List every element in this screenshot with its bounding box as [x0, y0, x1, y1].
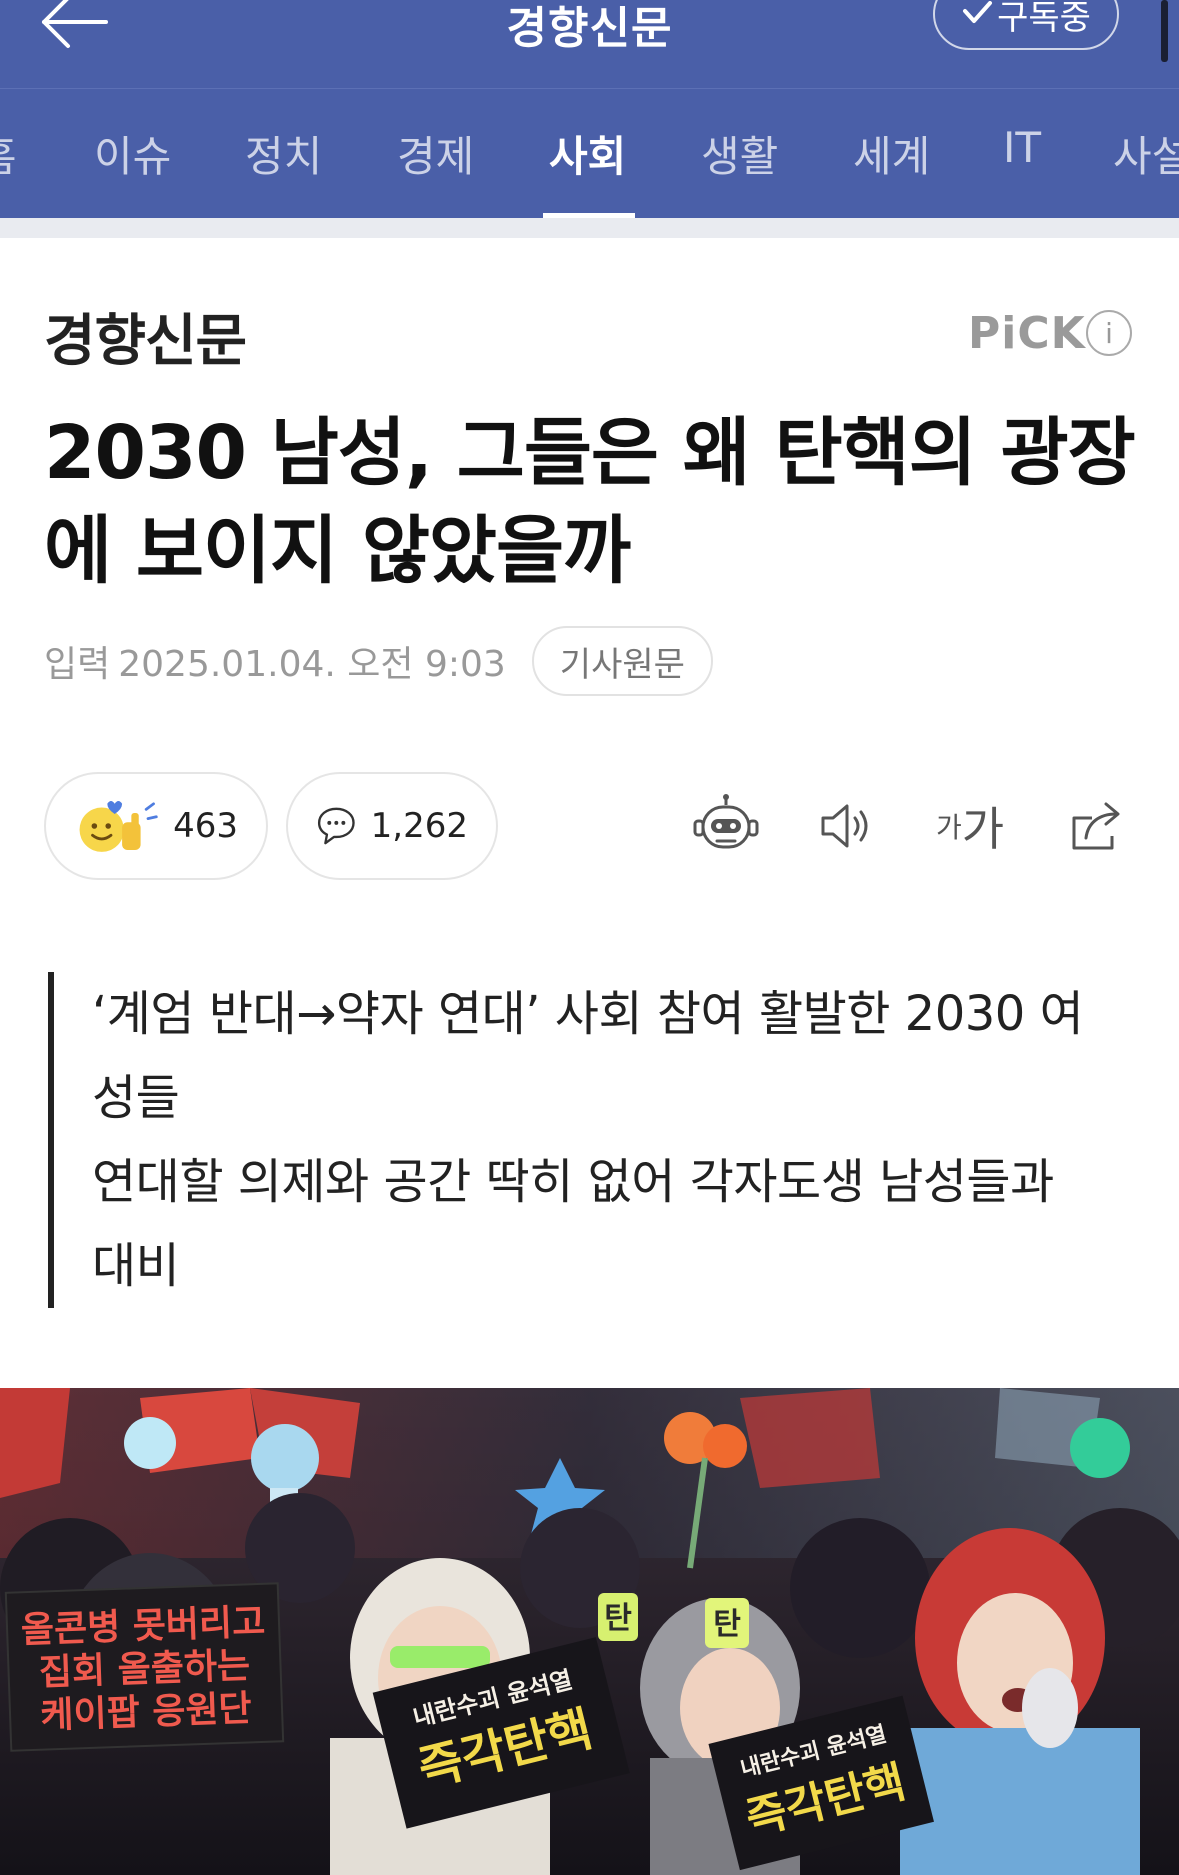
reaction-button[interactable]: 463 [44, 772, 268, 880]
font-large-label: 가 [961, 802, 1005, 856]
subscribe-button[interactable]: 구독중 [933, 0, 1119, 50]
tab-world[interactable]: 세계 [853, 123, 930, 184]
section-divider [0, 218, 1179, 238]
tab-society[interactable]: 사회 [549, 123, 626, 184]
article-photo[interactable]: 탄 탄 올콘병 못버리고 집회 올출하는 케이팝 응원단 내란수괴 윤석열 즉각… [0, 1388, 1179, 1875]
tab-economy[interactable]: 경제 [397, 123, 474, 184]
sign-text: 올콘병 못버리고 [20, 1602, 266, 1652]
tab-politics[interactable]: 정치 [245, 123, 322, 184]
check-icon [963, 1, 993, 23]
protest-photo: 탄 탄 올콘병 못버리고 집회 올출하는 케이팝 응원단 내란수괴 윤석열 즉각… [0, 1388, 1179, 1875]
tab-editorial[interactable]: 사설 [1113, 123, 1179, 184]
read-aloud-button[interactable] [809, 786, 889, 866]
comment-icon [317, 807, 355, 845]
comment-count: 1,262 [370, 806, 468, 846]
emoji-reaction-icon [79, 801, 158, 852]
tab-it[interactable]: IT [1003, 123, 1041, 172]
article-summary: ‘계엄 반대→약자 연대’ 사회 참여 활발한 2030 여 성들 연대할 의제… [48, 972, 1138, 1308]
summary-line: ‘계엄 반대→약자 연대’ 사회 참여 활발한 2030 여 [92, 986, 1084, 1042]
reaction-count: 463 [173, 806, 238, 846]
comment-button[interactable]: 1,262 [286, 772, 498, 880]
top-bar: 경향신문 구독중 [0, 0, 1179, 88]
summary-line: 성들 [92, 1070, 180, 1126]
tab-life[interactable]: 생활 [701, 123, 778, 184]
publish-date: 2025.01.04. 오전 9:03 [118, 644, 506, 685]
section-tabs: 홈 이슈 정치 경제 사회 생활 세계 IT 사설 [0, 88, 1179, 218]
original-article-button[interactable]: 기사원문 [531, 626, 713, 696]
pick-badge: PiCK [968, 308, 1086, 359]
light-stick-label: 탄 [713, 1607, 741, 1642]
sign-text: 케이팝 응원단 [40, 1688, 253, 1736]
font-size-button[interactable]: 가가 [930, 786, 1010, 866]
light-stick-label: 탄 [604, 1601, 632, 1636]
date-label: 입력 [44, 644, 111, 685]
headline-line-2: 에 보이지 않았을까 [44, 508, 631, 594]
robot-icon [693, 794, 759, 849]
tab-issue[interactable]: 이슈 [94, 123, 171, 184]
share-button[interactable] [1058, 786, 1138, 866]
share-icon [1072, 802, 1120, 850]
headline-line-1: 2030 남성, 그들은 왜 탄핵의 광장 [44, 410, 1136, 496]
tab-home[interactable]: 홈 [0, 123, 17, 184]
summary-line: 대비 [92, 1238, 180, 1294]
font-small-label: 가 [935, 811, 962, 844]
speaker-icon [821, 804, 868, 848]
press-logo[interactable]: 경향신문 [44, 296, 247, 377]
summary-line: 연대할 의제와 공간 딱히 없어 각자도생 남성들과 [92, 1154, 1054, 1210]
ai-summary-button[interactable] [686, 786, 766, 866]
article-headline: 2030 남성, 그들은 왜 탄핵의 광장 에 보이지 않았을까 [44, 404, 1144, 600]
publish-info: 입력 2025.01.04. 오전 9:03 기사원문 [44, 626, 713, 696]
sign-text: 집회 올출하는 [38, 1645, 251, 1693]
scroll-indicator [1161, 0, 1168, 62]
info-icon[interactable]: i [1086, 310, 1132, 356]
subscribe-label: 구독중 [997, 0, 1091, 38]
